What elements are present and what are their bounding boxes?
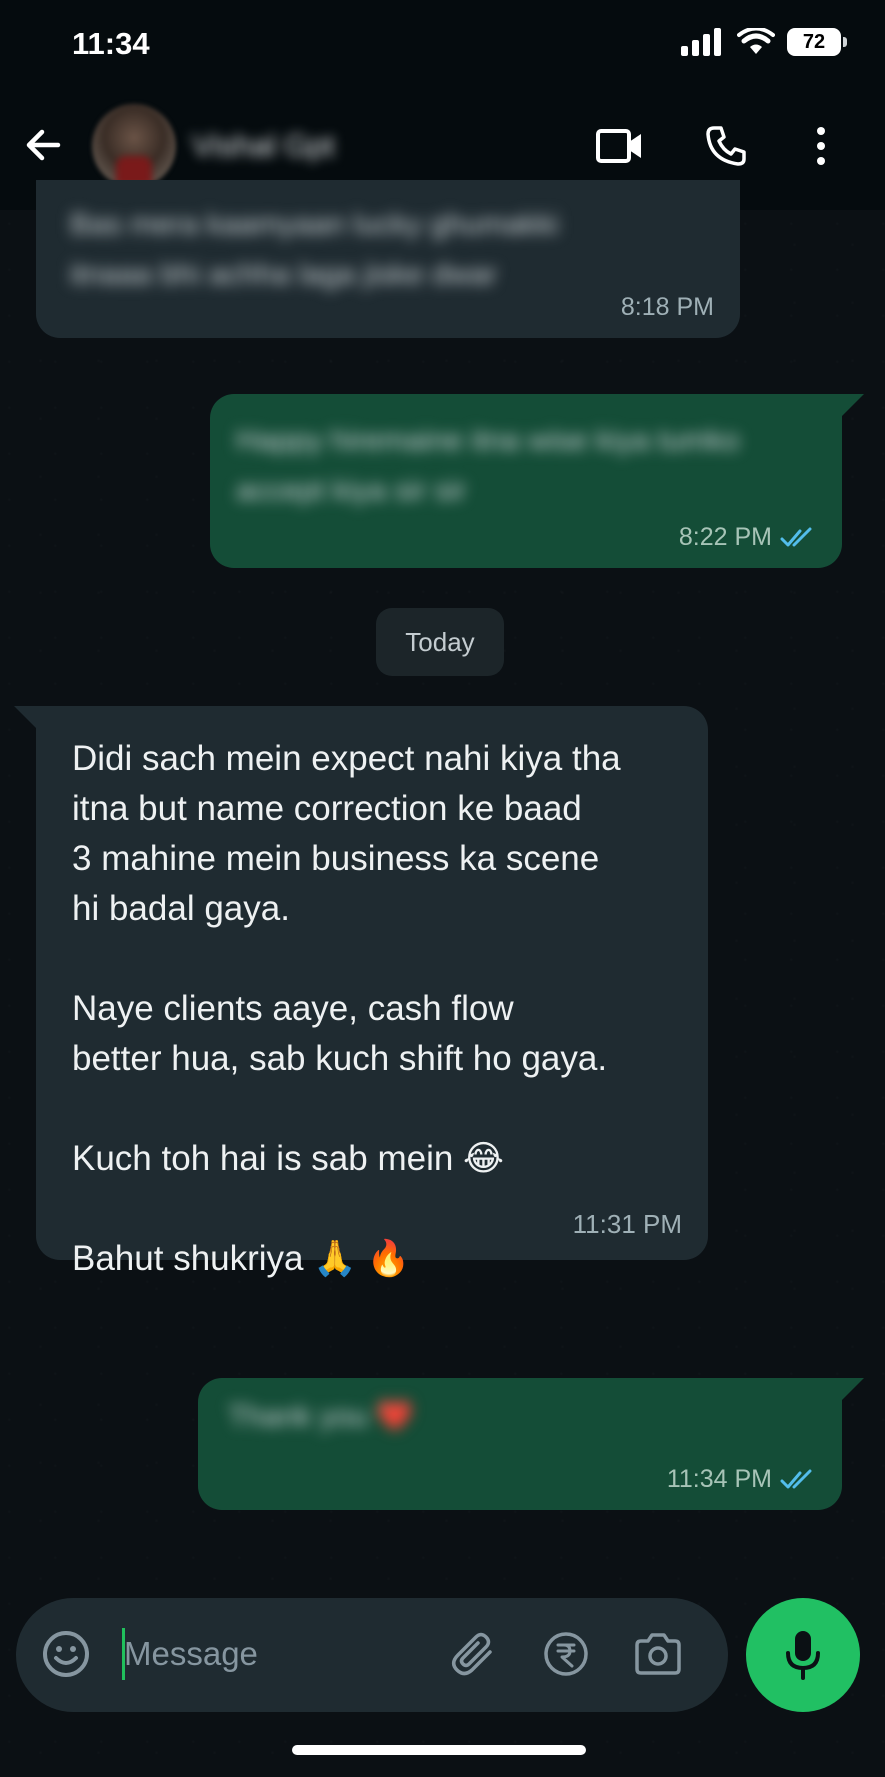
camera-button[interactable] <box>632 1628 684 1680</box>
voice-call-button[interactable] <box>700 120 752 172</box>
payment-button[interactable] <box>540 1628 592 1680</box>
attach-button[interactable] <box>448 1628 500 1680</box>
message-time: 8:18 PM <box>620 293 714 321</box>
message-meta: 8:22 PM <box>679 523 816 552</box>
battery-level: 72 <box>802 30 826 53</box>
message-meta: 11:31 PM <box>573 1209 682 1240</box>
video-camera-icon <box>596 129 641 163</box>
voice-message-button[interactable] <box>746 1598 860 1712</box>
chat-area[interactable]: Bas mera kaamyaan lucky ghumakki itnaaa … <box>0 180 885 1777</box>
bubble-tail <box>842 394 864 416</box>
kebab-menu-icon <box>817 127 825 165</box>
message-time: 11:31 PM <box>572 1209 682 1239</box>
phone-icon <box>706 126 746 166</box>
rupee-icon <box>544 1632 588 1676</box>
paperclip-icon <box>452 1632 492 1676</box>
home-indicator[interactable] <box>292 1745 586 1755</box>
double-check-read-icon <box>780 527 812 546</box>
wifi-icon <box>737 28 775 54</box>
message-text: Bas mera kaamyaan lucky ghumakki itnaaa … <box>70 208 559 291</box>
message-time: 11:34 PM <box>666 1465 772 1493</box>
message-composer <box>16 1598 728 1712</box>
battery-icon: 72 <box>787 28 847 56</box>
microphone-icon <box>786 1631 820 1680</box>
message-bubble-outgoing[interactable]: Happy hiremaine itna wise kiya tumko acc… <box>210 394 842 568</box>
more-options-button[interactable] <box>795 120 847 172</box>
back-button[interactable] <box>20 122 66 168</box>
message-text: Didi sach mein expect nahi kiya tha itna… <box>72 739 621 1278</box>
emoji-button[interactable] <box>40 1628 92 1680</box>
camera-icon <box>635 1633 681 1675</box>
status-bar: 11:34 72 <box>0 0 885 92</box>
status-time: 11:34 <box>72 26 150 61</box>
bubble-tail <box>14 706 36 728</box>
message-bubble-outgoing[interactable]: Thank you ❤️ 11:34 PM <box>198 1378 842 1510</box>
emoji-smile-icon <box>43 1631 89 1677</box>
message-meta: 8:18 PM <box>621 293 714 322</box>
arrow-left-icon <box>26 129 61 161</box>
message-text: Thank you ❤️ <box>228 1400 414 1433</box>
contact-name[interactable]: Vishal Gpt <box>192 128 334 164</box>
message-bubble-incoming[interactable]: Didi sach mein expect nahi kiya tha itna… <box>36 706 708 1278</box>
signal-icon <box>681 28 721 56</box>
message-meta: 11:34 PM <box>667 1465 816 1494</box>
double-check-read-icon <box>780 1469 812 1488</box>
message-bubble-incoming[interactable]: Bas mera kaamyaan lucky ghumakki itnaaa … <box>36 180 740 338</box>
bubble-tail <box>842 1378 864 1400</box>
message-text: Happy hiremaine itna wise kiya tumko acc… <box>236 424 740 507</box>
message-time: 8:22 PM <box>678 523 772 551</box>
video-call-button[interactable] <box>594 120 646 172</box>
date-separator: Today <box>376 608 504 676</box>
message-input[interactable] <box>124 1628 394 1680</box>
contact-avatar[interactable] <box>92 104 176 188</box>
status-icons: 72 <box>681 28 847 56</box>
